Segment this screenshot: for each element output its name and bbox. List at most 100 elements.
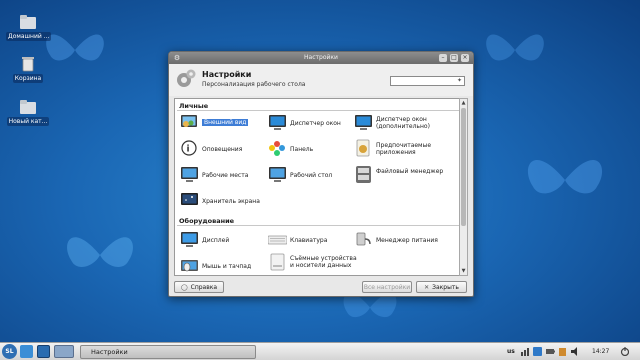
settings-item-window-manager-advanced[interactable]: Диспетчер окон (дополнительно) — [354, 113, 444, 135]
settings-item-desktop[interactable]: Рабочий стол — [268, 165, 358, 187]
desktop-icon-label: Домашний ... — [6, 32, 52, 41]
wallpaper-butterfly — [40, 20, 110, 80]
settings-list: Личные Внешний вид Диспетчер окон Диспет… — [174, 98, 463, 276]
item-label: Внешний вид — [202, 119, 249, 126]
item-label: Предпочитаемые приложения — [376, 142, 432, 156]
item-label: Хранитель экрана — [202, 198, 260, 205]
search-input[interactable]: ✦ — [390, 76, 465, 86]
settings-header: Настройки Персонализация рабочего стола … — [169, 64, 473, 96]
desktop-icon — [268, 165, 287, 184]
divider — [177, 110, 460, 111]
settings-scrollbar[interactable]: ▲ ▼ — [459, 98, 468, 276]
window-manager-advanced-icon — [354, 113, 373, 132]
item-label: Файловый менеджер — [376, 168, 444, 175]
network-icon[interactable] — [521, 347, 530, 356]
clear-search-icon[interactable]: ✦ — [457, 77, 462, 84]
volume-icon[interactable] — [571, 347, 580, 356]
all-settings-button[interactable]: Все настройки — [362, 281, 412, 293]
file-manager-launcher-icon[interactable] — [20, 345, 33, 358]
settings-item-notifications[interactable]: i Оповещения — [180, 139, 270, 161]
item-label: Диспетчер окон (дополнительно) — [376, 116, 430, 130]
clock[interactable]: 14:27 — [592, 346, 609, 358]
notifications-icon: i — [180, 139, 199, 158]
show-desktop-icon[interactable] — [37, 345, 50, 358]
header-subtitle: Персонализация рабочего стола — [202, 81, 306, 88]
item-label: Дисплей — [202, 237, 230, 244]
start-menu-button[interactable]: SL — [2, 344, 17, 359]
preferred-apps-icon — [354, 139, 373, 158]
divider — [177, 225, 460, 226]
window-manager-icon — [268, 113, 287, 132]
scrollbar-thumb[interactable] — [461, 108, 466, 226]
clipboard-icon[interactable] — [558, 347, 567, 356]
section-title: Оборудование — [179, 217, 235, 225]
settings-item-panel[interactable]: Панель — [268, 139, 358, 161]
power-manager-icon — [354, 230, 373, 249]
wallpaper-butterfly — [520, 140, 610, 220]
settings-window: ⚙ Настройки – □ × Настройки Персонализац… — [168, 51, 474, 297]
header-title: Настройки — [202, 70, 252, 79]
workspaces-icon — [180, 165, 199, 184]
settings-item-appearance[interactable]: Внешний вид — [180, 113, 270, 135]
settings-item-preferred-apps[interactable]: Предпочитаемые приложения — [354, 139, 444, 161]
item-label: Диспетчер окон — [290, 120, 341, 127]
update-icon[interactable] — [533, 347, 542, 356]
desktop-new-folder[interactable]: Новый кат... — [6, 99, 50, 128]
keyboard-icon — [267, 230, 288, 249]
trash-icon — [19, 56, 37, 72]
settings-item-workspaces[interactable]: Рабочие места — [180, 165, 270, 187]
desktop-trash[interactable]: Корзина — [6, 56, 50, 85]
item-label: Панель — [290, 146, 314, 153]
desktop-home-folder[interactable]: Домашний ... — [6, 14, 52, 43]
settings-item-removable-drives[interactable]: Съёмные устройства и носители данных — [268, 252, 358, 274]
scroll-up-arrow-icon[interactable]: ▲ — [460, 99, 467, 107]
taskbar-window-settings[interactable]: Настройки — [80, 345, 256, 359]
settings-item-keyboard[interactable]: Клавиатура — [267, 230, 358, 252]
item-label: Рабочие места — [202, 172, 249, 179]
scroll-down-arrow-icon[interactable]: ▼ — [460, 267, 467, 275]
window-titlebar[interactable]: ⚙ Настройки – □ × — [169, 52, 473, 64]
item-label: Мышь и тачпад — [202, 263, 252, 270]
section-title: Личные — [179, 102, 209, 110]
settings-item-file-manager[interactable]: Файловый менеджер — [354, 165, 444, 187]
item-label: Клавиатура — [290, 237, 328, 244]
close-icon: ✕ — [424, 283, 430, 291]
item-label: Менеджер питания — [376, 237, 438, 244]
workspace-switcher-icon[interactable] — [54, 345, 74, 358]
appearance-icon — [180, 113, 199, 132]
mouse-icon — [180, 256, 199, 275]
keyboard-layout-indicator[interactable]: us — [507, 346, 515, 358]
settings-item-mouse[interactable]: Мышь и тачпад — [180, 256, 270, 275]
window-title: Настройки — [304, 54, 338, 61]
wallpaper-butterfly — [60, 220, 140, 290]
display-icon — [180, 230, 199, 249]
taskbar: SL Настройки us 14:27 — [0, 342, 640, 360]
desktop-icon-label: Корзина — [12, 74, 44, 83]
item-label: Рабочий стол — [290, 172, 333, 179]
panel-icon — [268, 139, 287, 158]
settings-item-window-manager[interactable]: Диспетчер окон — [268, 113, 358, 135]
desktop-icon-label: Новый кат... — [6, 117, 50, 126]
window-menu-icon[interactable]: ⚙ — [173, 54, 181, 62]
help-button[interactable]: ◯ Справка — [174, 281, 224, 293]
file-manager-icon — [354, 165, 373, 184]
svg-text:i: i — [187, 145, 190, 155]
battery-icon[interactable] — [546, 347, 555, 356]
settings-item-power-manager[interactable]: Менеджер питания — [354, 230, 444, 252]
logout-icon[interactable] — [620, 347, 629, 356]
folder-icon — [19, 14, 37, 30]
settings-item-screensaver[interactable]: Хранитель экрана — [180, 191, 270, 213]
folder-icon — [19, 99, 37, 115]
close-button[interactable]: ✕ Закрыть — [416, 281, 467, 293]
settings-gears-icon — [175, 68, 197, 90]
settings-item-display[interactable]: Дисплей — [180, 230, 270, 252]
maximize-button[interactable]: □ — [450, 54, 458, 62]
wallpaper-butterfly — [480, 20, 550, 80]
item-label: Съёмные устройства и носители данных — [290, 255, 357, 269]
help-icon: ◯ — [180, 283, 188, 291]
close-window-button[interactable]: × — [461, 54, 469, 62]
removable-drives-icon — [268, 252, 287, 271]
minimize-button[interactable]: – — [439, 54, 447, 62]
screensaver-icon — [180, 191, 199, 210]
item-label: Оповещения — [202, 146, 243, 153]
